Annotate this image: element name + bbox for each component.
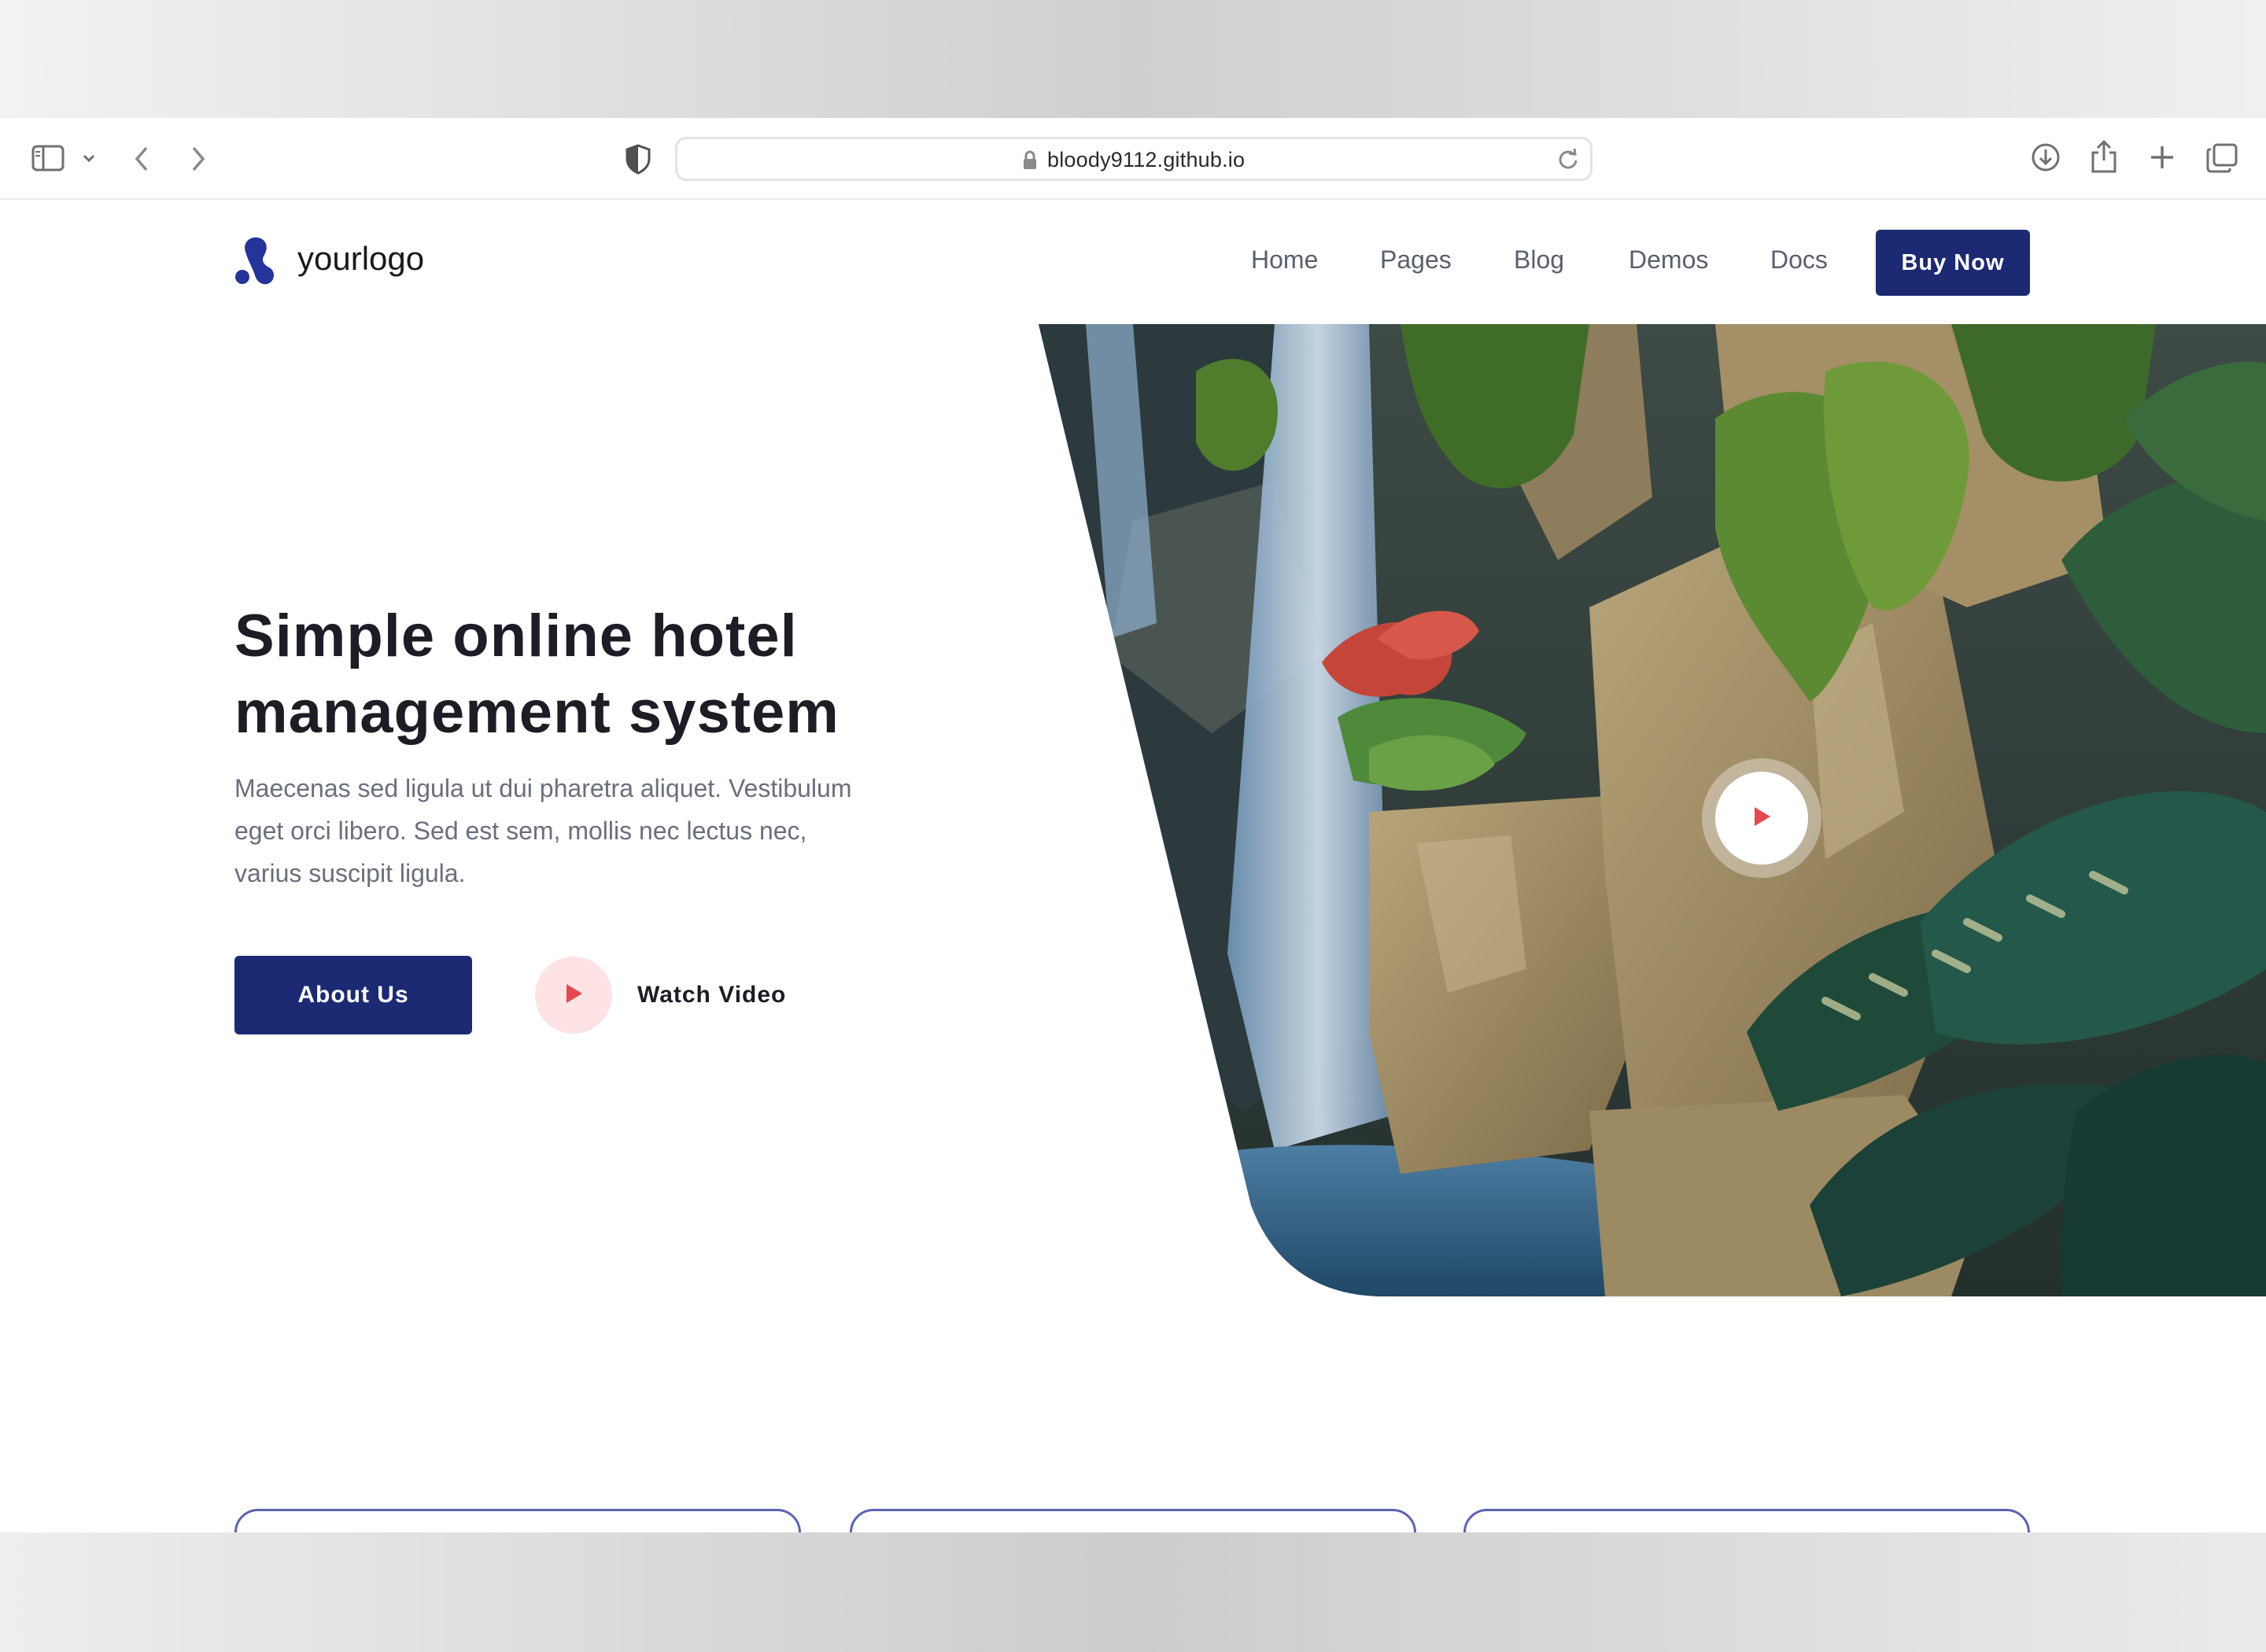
hero-title-line: management system [234, 679, 840, 746]
url-text: bloody9112.github.io [1047, 148, 1246, 171]
feature-card [234, 1509, 801, 1532]
lock-icon [1022, 150, 1038, 175]
browser-toolbar: bloody9112.github.io [0, 118, 2266, 200]
new-tab-icon[interactable] [2148, 143, 2176, 171]
video-play-button[interactable] [1702, 758, 1821, 878]
back-icon[interactable] [132, 145, 151, 173]
browser-window: bloody9112.github.io yourlogo Home Pages… [0, 118, 2266, 1532]
nav-home[interactable]: Home [1251, 245, 1318, 275]
play-icon [563, 983, 584, 1009]
about-us-button[interactable]: About Us [234, 956, 472, 1034]
backdrop-top [0, 0, 2266, 118]
nav-docs[interactable]: Docs [1770, 245, 1828, 275]
watch-video-button[interactable] [535, 957, 612, 1034]
hero-image [1039, 324, 2266, 1296]
hero-description-line: Maecenas sed ligula ut dui pharetra aliq… [234, 774, 852, 802]
nav-demos[interactable]: Demos [1629, 245, 1708, 275]
watch-video-link[interactable]: Watch Video [637, 982, 786, 1009]
nav-pages[interactable]: Pages [1380, 245, 1452, 275]
share-icon[interactable] [2090, 138, 2118, 175]
nav-blog[interactable]: Blog [1514, 245, 1564, 275]
chevron-down-icon[interactable] [82, 153, 96, 164]
hero-title-line: Simple online hotel [234, 603, 798, 669]
backdrop-bottom [0, 1532, 2266, 1652]
address-bar[interactable]: bloody9112.github.io [675, 137, 1592, 181]
hero-title: Simple online hotel management system [234, 598, 943, 750]
logo-text[interactable]: yourlogo [297, 240, 424, 278]
hero-description: Maecenas sed ligula ut dui pharetra aliq… [234, 767, 974, 894]
hero-description-line: varius suscipit ligula. [234, 859, 466, 887]
forward-icon[interactable] [189, 145, 208, 173]
sidebar-icon[interactable] [31, 145, 65, 171]
feature-card [850, 1509, 1416, 1532]
tabs-overview-icon[interactable] [2206, 143, 2238, 173]
play-icon [1751, 806, 1772, 832]
buy-now-button[interactable]: Buy Now [1876, 230, 2030, 296]
logo-icon[interactable] [234, 234, 282, 290]
reload-icon[interactable] [1557, 148, 1579, 175]
hero-description-line: eget orci libero. Sed est sem, mollis ne… [234, 817, 807, 845]
feature-card [1463, 1509, 2030, 1532]
video-play-inner [1715, 772, 1808, 865]
shield-icon[interactable] [625, 143, 651, 175]
download-icon[interactable] [2030, 142, 2061, 173]
